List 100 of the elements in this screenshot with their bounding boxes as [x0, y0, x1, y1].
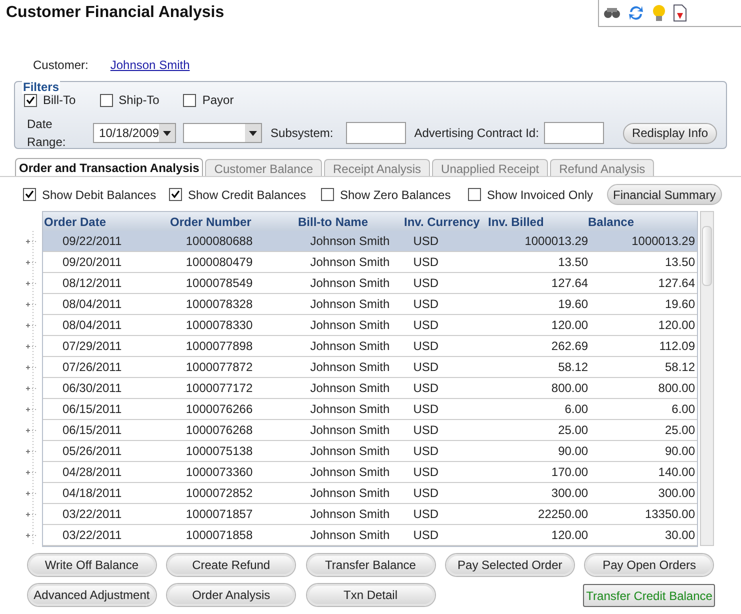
table-cell-text: Johnson Smith — [309, 422, 391, 439]
table-cell-text: 19.60 — [557, 296, 590, 313]
table-cell-text: 120.00 — [550, 317, 590, 334]
checkbox-option[interactable]: Bill-To — [24, 91, 76, 109]
table-cell-text: 03/22/2011 — [61, 506, 123, 523]
table-cell-text: Johnson Smith — [309, 527, 391, 544]
table-cell-text: 03/22/2011 — [61, 527, 123, 544]
checkbox-option[interactable]: Show Credit Balances — [169, 186, 321, 204]
redisplay-button[interactable]: Redisplay Info — [622, 122, 717, 144]
table-cell-text: 800.00 — [550, 380, 590, 397]
checkbox[interactable] — [321, 188, 334, 201]
action-button[interactable]: Txn Detail — [306, 584, 434, 606]
table-cell-text: 1000077898 — [184, 338, 254, 355]
table-cell-text: 1000078330 — [184, 317, 254, 334]
table-cell-text: 04/18/2011 — [61, 485, 123, 502]
table-cell-text: USD — [412, 422, 440, 439]
checkbox[interactable] — [468, 188, 481, 201]
table-cell-text: Johnson Smith — [309, 464, 391, 481]
tab[interactable]: Unapplied Receipt — [432, 159, 548, 176]
date-range-label: Date Range: — [27, 116, 67, 151]
column-header[interactable]: Balance — [586, 212, 696, 230]
table-cell-text: 112.09 — [658, 338, 696, 355]
tab[interactable]: Customer Balance — [205, 159, 322, 176]
tab[interactable]: Order and Transaction Analysis — [15, 158, 204, 176]
contract-id-field[interactable] — [544, 122, 604, 144]
financial-summary-button[interactable]: Financial Summary — [607, 184, 722, 205]
action-button[interactable]: Pay Selected Order — [446, 554, 574, 576]
action-button[interactable]: Transfer Balance — [306, 554, 434, 576]
checkbox-option[interactable]: Show Zero Balances — [321, 186, 468, 204]
table-cell-text: 08/04/2011 — [61, 296, 123, 313]
date-to-dropdown[interactable] — [183, 123, 262, 143]
table-cell-text: Johnson Smith — [309, 485, 391, 502]
column-header[interactable]: Inv. Currency — [402, 212, 486, 230]
tab[interactable]: Receipt Analysis — [324, 159, 430, 176]
checkbox[interactable] — [183, 94, 196, 106]
table-cell-text: 1000072852 — [184, 485, 254, 502]
table-cell-text: 13350.00 — [644, 506, 696, 523]
table-cell-text: 04/28/2011 — [61, 464, 123, 481]
table-cell-text: 6.00 — [670, 401, 696, 418]
table-cell-text: USD — [412, 485, 440, 502]
table-cell-text: 262.69 — [550, 338, 590, 355]
checkbox-option[interactable]: Payor — [183, 91, 234, 109]
checkbox[interactable] — [100, 94, 113, 106]
subsystem-field[interactable] — [346, 122, 406, 144]
action-button[interactable]: Pay Open Orders — [585, 554, 714, 576]
table-cell-text: 58.12 — [557, 359, 590, 376]
checkbox-label: Show Zero Balances — [340, 186, 451, 204]
checkbox-label: Ship-To — [118, 92, 160, 109]
action-button[interactable]: Create Refund — [167, 554, 296, 576]
caret-icon — [244, 124, 261, 142]
document-icon[interactable] — [673, 4, 687, 22]
checkbox-label: Payor — [202, 92, 234, 109]
table-cell-text: USD — [412, 464, 440, 481]
checkbox-option[interactable]: Show Debit Balances — [23, 186, 169, 204]
scrollbar[interactable] — [700, 211, 714, 546]
table-cell-text: Johnson Smith — [309, 233, 391, 250]
checkbox[interactable] — [24, 94, 37, 106]
caret-icon — [159, 124, 176, 142]
checkbox[interactable] — [23, 188, 36, 201]
contract-id-label: Advertising Contract Id: — [414, 125, 539, 142]
table-cell-text: USD — [412, 233, 440, 250]
table-cell-text: 1000078549 — [184, 275, 254, 292]
table-cell-text: 09/20/2011 — [61, 254, 123, 271]
table-cell-text: 30.00 — [664, 527, 696, 544]
table-cell-text: 1000071857 — [184, 506, 254, 523]
table-cell-text: USD — [412, 338, 440, 355]
column-header[interactable]: Order Number — [168, 212, 296, 230]
lightbulb-icon[interactable] — [651, 4, 667, 22]
table-cell-text: 1000080479 — [184, 254, 254, 271]
tab[interactable]: Refund Analysis — [550, 159, 654, 176]
table-cell-text: 1000071858 — [184, 527, 254, 544]
action-button[interactable]: Write Off Balance — [28, 554, 156, 576]
checkbox-option[interactable]: Show Invoiced Only — [468, 186, 607, 204]
table-cell-text: 1000013.29 — [524, 233, 590, 250]
binoculars-icon[interactable] — [603, 7, 621, 19]
date-from-dropdown[interactable]: 10/18/2009 — [93, 123, 176, 143]
action-button[interactable]: Order Analysis — [167, 584, 296, 606]
table-cell-text: 13.50 — [664, 254, 696, 271]
table-cell-text: 06/30/2011 — [61, 380, 123, 397]
refresh-icon[interactable] — [627, 4, 645, 22]
action-button[interactable]: Advanced Adjustment — [28, 584, 156, 606]
checkbox-label: Show Invoiced Only — [487, 186, 594, 204]
column-header[interactable]: Inv. Billed — [486, 212, 586, 230]
customer-link[interactable]: Johnson Smith — [110, 56, 190, 74]
subsystem-label: Subsystem: — [270, 125, 334, 142]
table-cell-text: USD — [412, 401, 440, 418]
table-cell-text: 25.00 — [557, 422, 590, 439]
table-cell-text: 08/04/2011 — [61, 317, 123, 334]
grid-row[interactable]: 09/22/2011 1000080688 Johnson Smith USD 1000013.29 1000013.29 — [43, 231, 697, 252]
column-header[interactable]: Bill-to Name — [296, 212, 402, 230]
checkbox-label: Show Credit Balances — [188, 186, 306, 204]
column-header[interactable]: Order Date — [43, 212, 168, 230]
table-cell-text: 06/15/2011 — [61, 422, 123, 439]
checkbox[interactable] — [169, 188, 182, 201]
table-cell-text: Johnson Smith — [309, 338, 391, 355]
checkbox-option[interactable]: Ship-To — [100, 91, 160, 109]
table-cell-text: 120.00 — [550, 527, 590, 544]
action-button[interactable]: Transfer Credit Balance — [583, 584, 716, 607]
customer-label: Customer: — [33, 57, 88, 74]
table-cell-text: 09/22/2011 — [61, 233, 123, 250]
